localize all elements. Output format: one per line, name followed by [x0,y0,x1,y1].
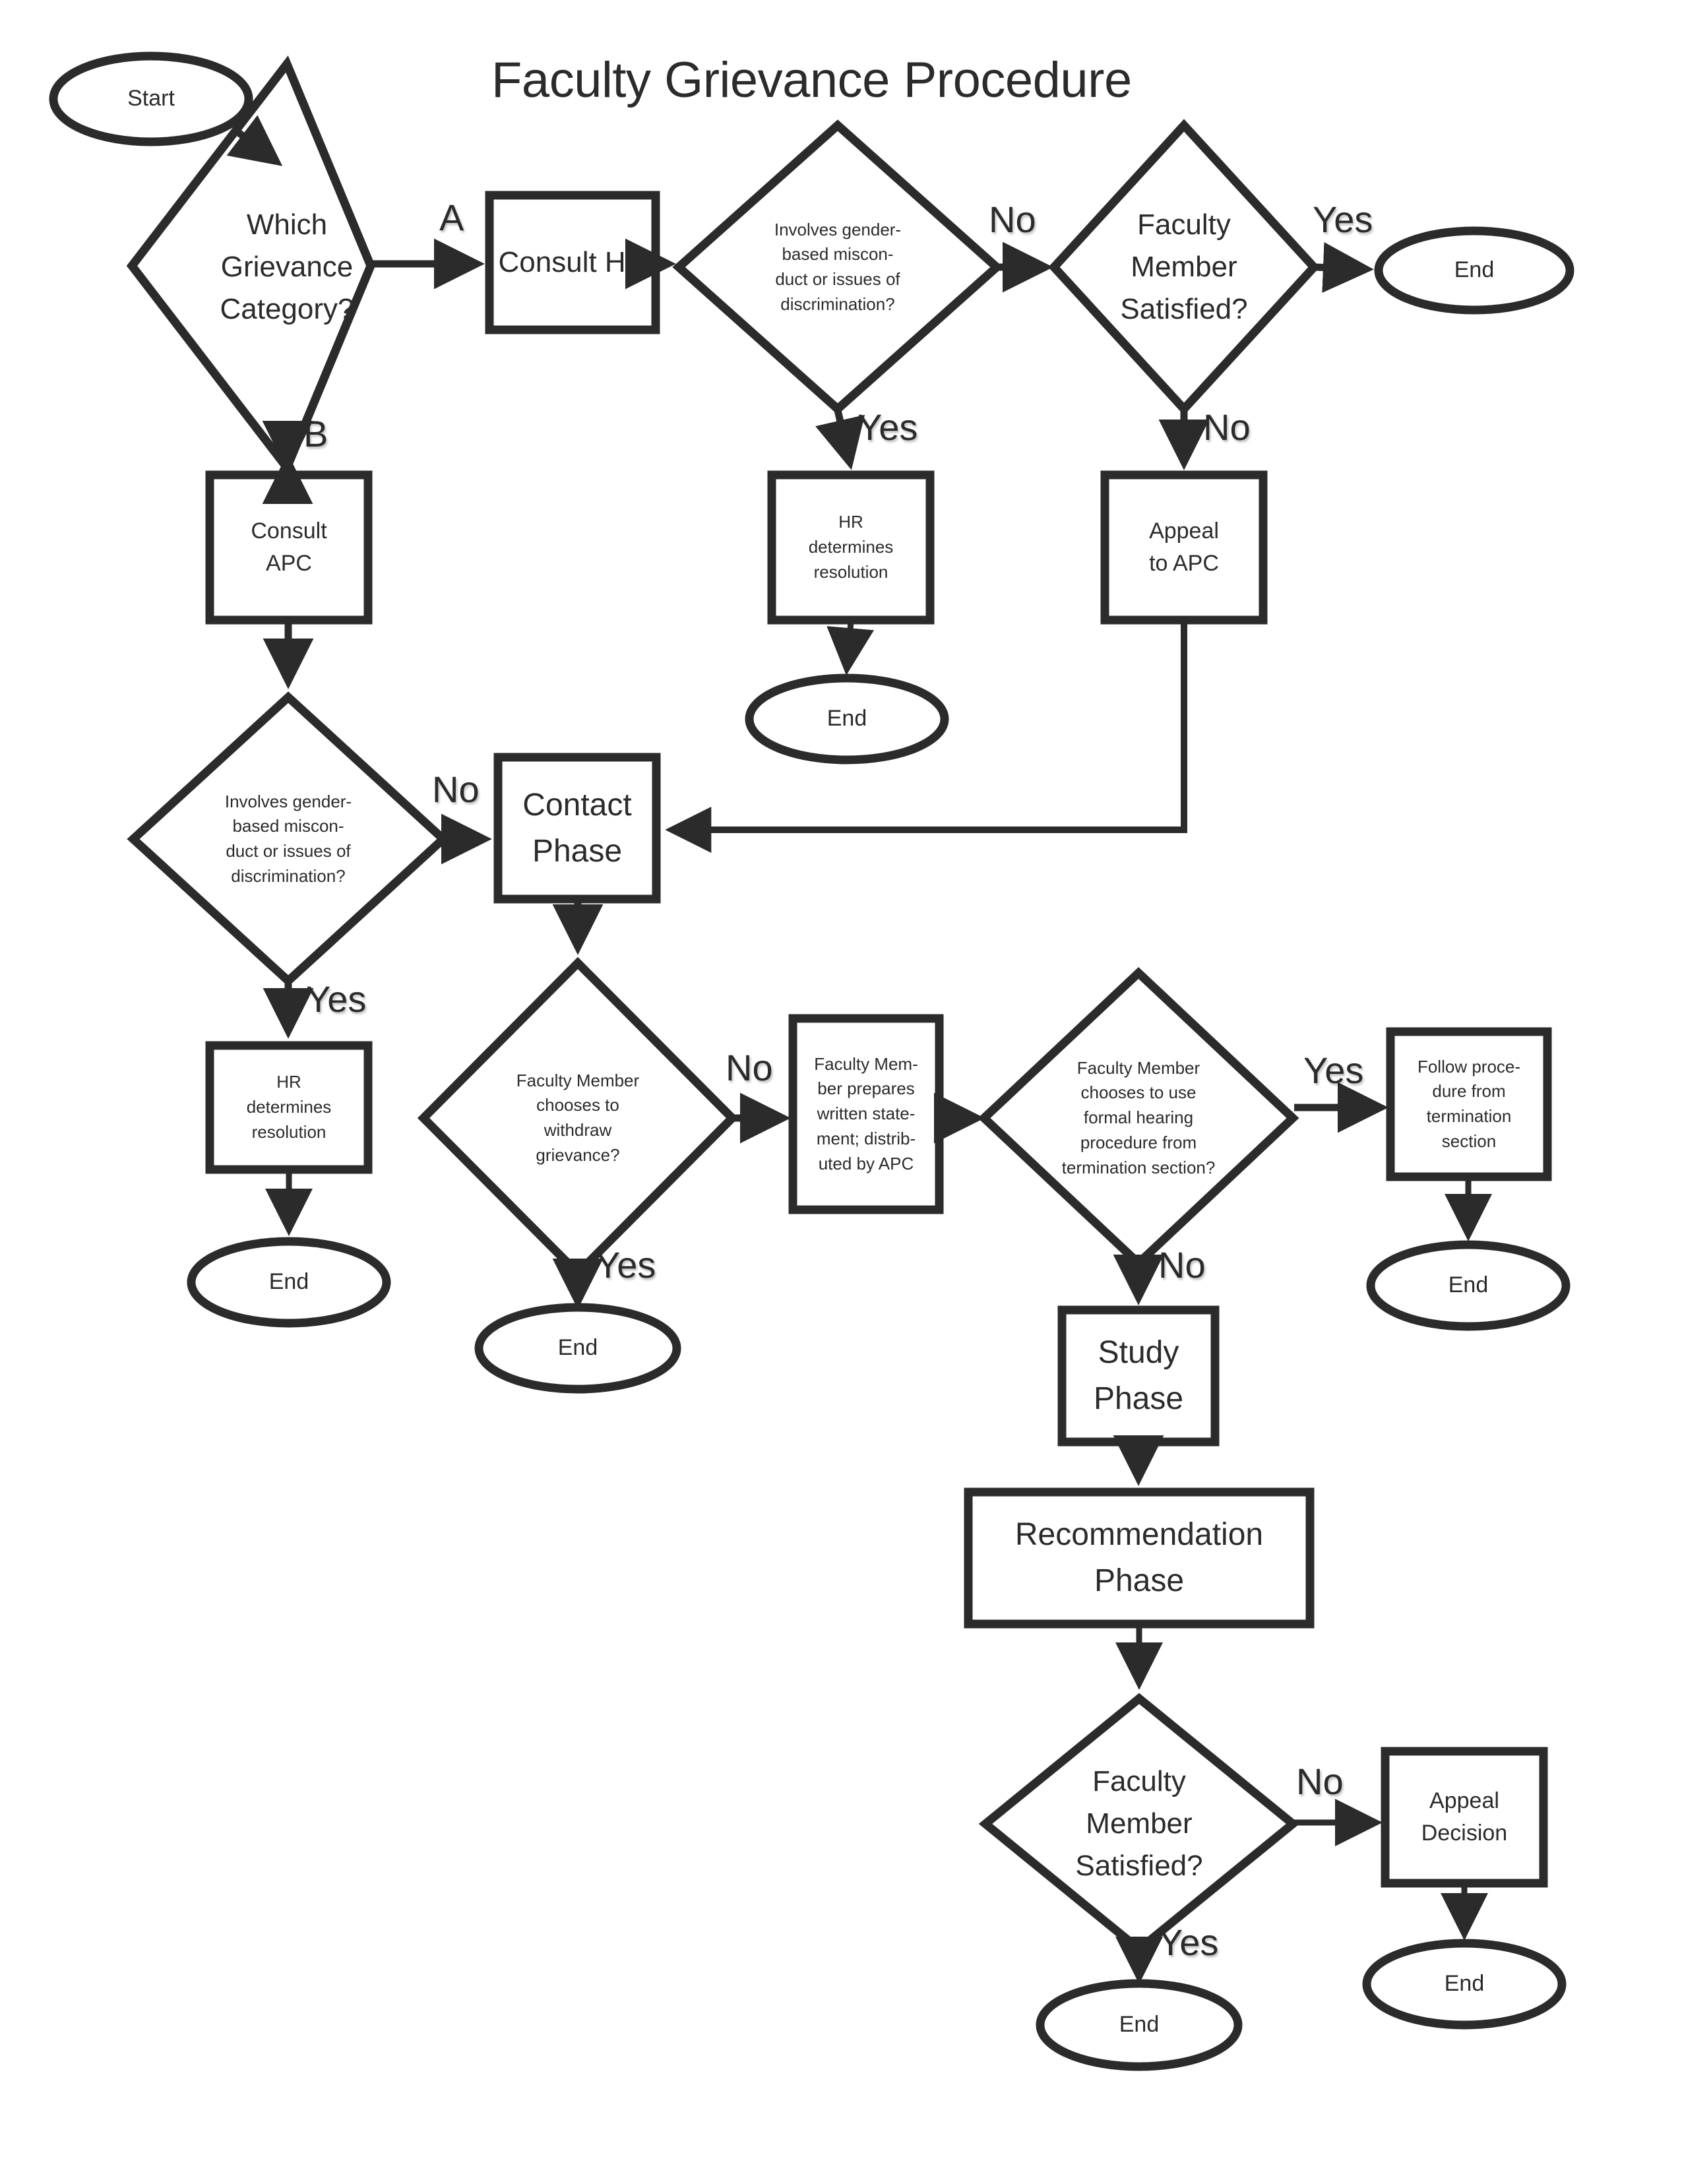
edge-label-final-yes: Yes [1158,1921,1219,1963]
edge-label-apc-gender-no: No [432,768,480,810]
edge-label-withdraw-yes: Yes [596,1244,656,1286]
node-appeal-decision [1381,1747,1548,1888]
edge-hr-res-top-to-end [826,621,874,675]
edge-label-hr-gender-yes: Yes [857,406,918,448]
node-consult-apc [205,470,373,625]
edge-label-hearing-no: No [1158,1244,1206,1286]
edge-label-apc-gender-yes: Yes [306,978,367,1020]
node-end-hr-resolution-left [187,1237,391,1328]
edge-label-hr-satisfied-no: No [1203,406,1251,448]
flowchart-shapes-and-connectors [49,51,1574,2071]
page-title: Faculty Grievance Procedure [491,52,1132,108]
node-apc-gender-question [127,691,450,987]
node-end-withdraw [474,1303,681,1394]
node-end-termination [1366,1240,1571,1331]
node-end-hr-resolution-top [745,673,949,764]
node-hr-gender-question [672,119,1003,415]
edge-label-hr-satisfied-yes: Yes [1313,199,1373,240]
node-study-phase [1057,1305,1220,1447]
node-withdraw-question [417,956,739,1280]
node-follow-termination [1386,1027,1552,1181]
node-final-satisfied [978,1693,1300,1955]
node-hr-determines-resolution-left [205,1041,373,1174]
node-hr-determines-resolution-top [767,470,935,625]
flowchart-canvas: Faculty Grievance Procedure Start Which … [0,0,1682,2184]
edge-label-category-a: A [439,197,464,238]
edge-label-withdraw-no: No [726,1047,773,1088]
node-hr-satisfied [1048,119,1320,416]
node-written-statement [788,1014,944,1214]
node-formal-hearing-question [978,967,1299,1269]
edge-hr-satisfied-yes [1315,241,1374,293]
edge-label-hearing-yes: Yes [1303,1049,1364,1091]
edge-hr-gender-yes [815,409,865,470]
node-appeal-to-apc [1100,470,1268,625]
edge-label-hr-gender-no: No [989,199,1036,240]
node-start [49,51,253,146]
node-end-appeal-decision [1362,1939,1567,2030]
edge-label-category-b: B [303,413,328,454]
node-consult-hr [485,191,660,334]
node-end-hr-satisfied [1374,226,1574,315]
edge-label-final-no: No [1296,1761,1344,1802]
node-recommendation-phase [964,1487,1315,1629]
node-end-final-satisfied [1036,1979,1243,2071]
node-contact-phase [493,753,661,904]
